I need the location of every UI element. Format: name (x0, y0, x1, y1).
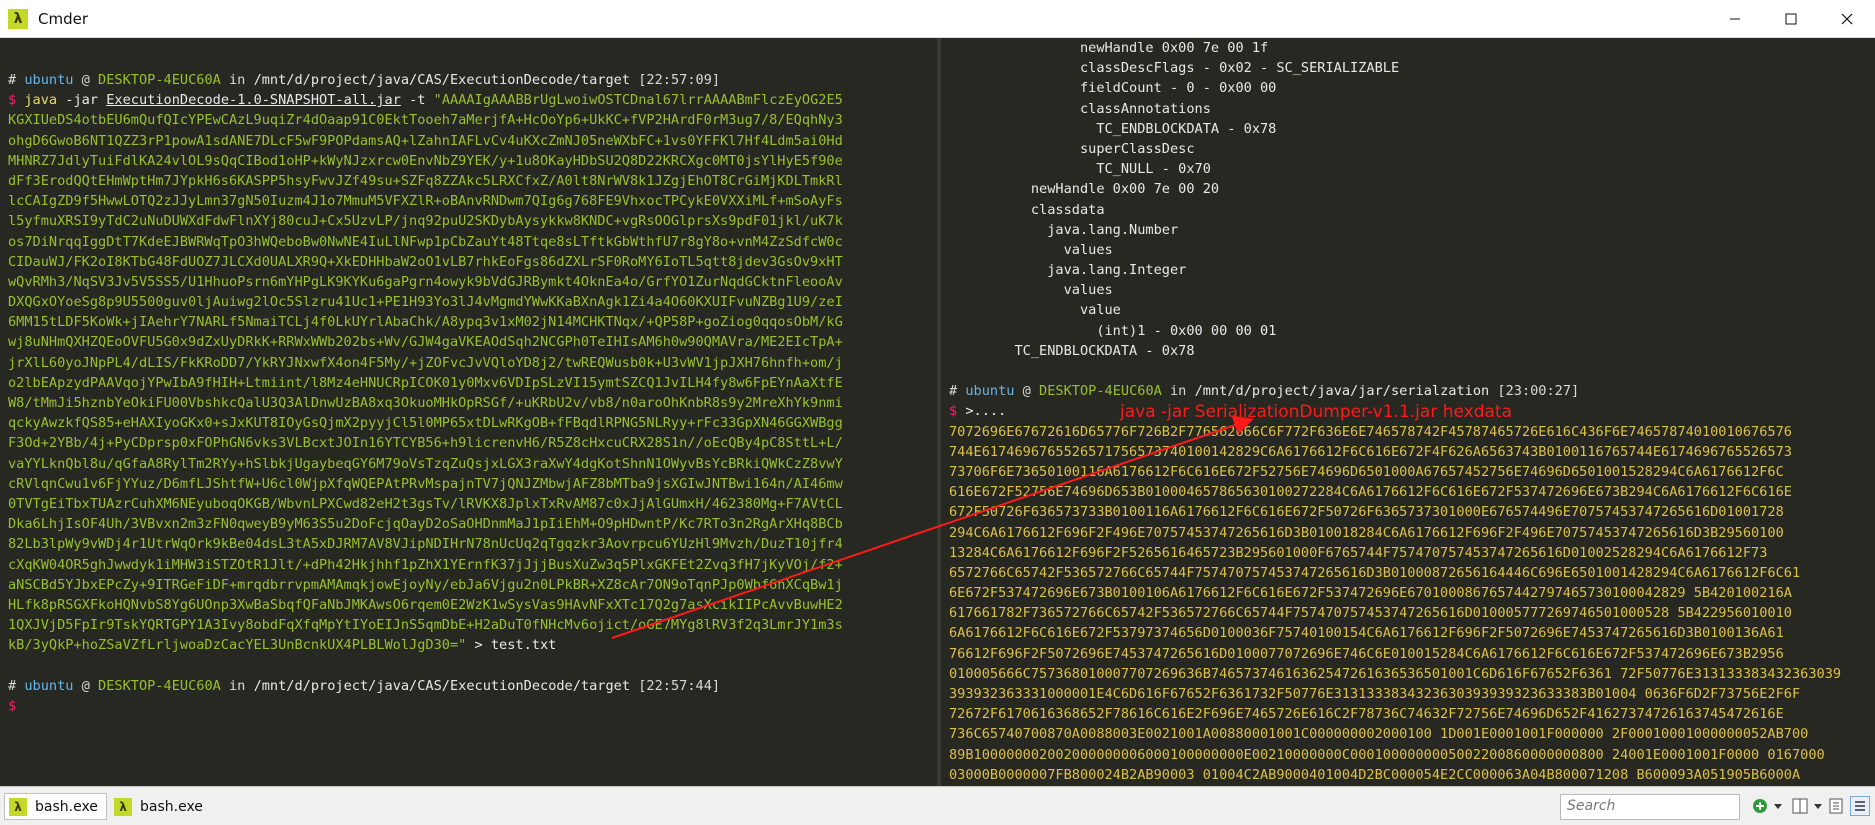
payload-line: KGXIUeDS4otbEU6mQufQIcYPEwCAzL9uqiZr4dOa… (8, 112, 843, 129)
payload-line: cRVlqnCwu1v6FjYYuz/D6mfLJShtfW+U6cl0WjpX… (8, 475, 843, 492)
hex-line: 7072696E67672616D65776F726B2F776562666C6… (949, 423, 1792, 440)
cmder-logo-icon: λ (8, 8, 28, 29)
hex-line: 672F50726F636573733B0100116A6176612F6C61… (949, 504, 1784, 521)
payload-line: 0TVTgEiTbxTUAzrCuhXM6NEyuboqOKGB/WbvnLPX… (8, 495, 843, 512)
payload-line: 6MM15tLDF5KoWk+jIAehrY7NARLf5NmaiTCLj4f0… (8, 314, 843, 331)
hex-line: 6572766C65742F536572766C65744F7574707574… (949, 564, 1801, 581)
command-line: $ java -jar ExecutionDecode-1.0-SNAPSHOT… (8, 92, 843, 109)
hex-line: 617661782F736572766C65742F536572766C6574… (949, 605, 1792, 622)
close-icon (1841, 13, 1853, 25)
dump-line: values (949, 282, 1113, 299)
dump-line: classdata (949, 201, 1105, 218)
title-bar: λ Cmder (0, 0, 1875, 38)
payload-line: wj8uNHmQXHZQEoOVFU5G0x9dZxUyDRkK+RRWxWWb… (8, 334, 843, 351)
hex-line: 89B100000002002000000006000100000000E002… (949, 746, 1825, 763)
settings-menu-icon[interactable] (1850, 796, 1870, 816)
hex-line: 744E6174696765526571756573740100142829C6… (949, 443, 1792, 460)
payload-line: ohgD6GwoB6NT1QZZ3rP1powA1sdANE7DLcF5wF9P… (8, 132, 843, 149)
left-terminal-pane[interactable]: # ubuntu @ DESKTOP-4EUC60A in /mnt/d/pro… (0, 38, 937, 786)
dump-line: TC_ENDBLOCKDATA - 0x78 (949, 342, 1195, 359)
dump-line: (int)1 - 0x00 00 00 01 (949, 322, 1277, 339)
hex-output: 7072696E67672616D65776F726B2F776562666C6… (949, 422, 1875, 785)
lambda-icon: λ (114, 797, 132, 816)
payload-line: HLfk8pRSGXFkoHQNvbS8Yg6UOnp3XwBaSbqfQFaN… (8, 596, 843, 613)
split-pane-icon[interactable] (1790, 796, 1810, 816)
payload-line: qckyAwzkfQS85+eHAXIyoGKx0+sJxKUT8IOyGsQj… (8, 415, 843, 432)
prompt-line: # ubuntu @ DESKTOP-4EUC60A in /mnt/d/pro… (949, 383, 1580, 400)
payload-line: CIDauWJ/FK2oI8KTbG48FdUOZ7JLCXd0UALXR9Q+… (8, 253, 843, 270)
hex-line: 6E672F537472696E673B0100106A6176612F6C61… (949, 585, 1792, 602)
hex-line: 76612F696F2F5072696E7453747265616D010007… (949, 645, 1784, 662)
dump-line: java.lang.Integer (949, 262, 1187, 279)
dump-line: classAnnotations (949, 100, 1211, 117)
payload-line: jrXlL60yoJNpPL4/dLIS/FkKRoDD7/YkRYJNxwfX… (8, 354, 843, 371)
hex-line: 13284C6A6176612F696F2F5265616465723B2956… (949, 544, 1768, 561)
payload-line: os7DiNrqqIggDtT7KdeEJBWRWqTpO3hWQeboBw0N… (8, 233, 843, 250)
payload-line: F3Od+2YBb/4j+PyCDprsp0xFOPhGN6vks3VLBcxt… (8, 435, 843, 452)
minimize-icon (1730, 18, 1740, 20)
payload-line: DXQGxOYoeSg8p9U5500guv0ljAuiwg2lOc5Slzru… (8, 294, 843, 311)
payload-line: o2lbEApzydPAAVqojYPwIbA9fHIH+Ltmiint/l8M… (8, 374, 843, 391)
payload-last-line: kB/3yQkP+hoZSaVZfLrljwoaDzCacYEL3UnBcnkU… (8, 637, 557, 654)
maximize-icon (1785, 13, 1797, 25)
maximize-button[interactable] (1763, 0, 1819, 38)
serialization-dump-output: newHandle 0x00 7e 00 1f classDescFlags -… (949, 38, 1875, 361)
payload-line: l5yfmuXRSI9yTdC2uNuDUWXdFdwFlnXYj80cuJ+C… (8, 213, 843, 230)
prompt-line: # ubuntu @ DESKTOP-4EUC60A in /mnt/d/pro… (8, 677, 721, 694)
hex-line: 72672F6170616368652F78616C616E2F696E7465… (949, 706, 1784, 723)
payload-line: lcCAIgZD9f5HwwLOTQ2zJJyLmn37gN50Iuzm4J1o… (8, 193, 843, 210)
payload-line: dFf3ErodQQtEHmWptHm7JYpkH6s6KASPP5hsyFwv… (8, 172, 843, 189)
new-console-icon[interactable] (1750, 796, 1770, 816)
payload-line: MHNRZ7JdlyTuiFdlKA24vlOL9sQqCIBod1oHP+kW… (8, 152, 843, 169)
hex-line: 73706F6E73650100116A6176612F6C616E672F52… (949, 463, 1784, 480)
dump-line: java.lang.Number (949, 221, 1179, 238)
hex-line: 736C65740700870A0088003E0021001A00880001… (949, 726, 1809, 743)
payload-line: aNSCBd5YJbxEPcZy+9ITRGeFiDF+mrqdbrrvpmAM… (8, 576, 843, 593)
dump-line: superClassDesc (949, 140, 1195, 157)
hex-line: 03000B0000007FB800024B2AB90003 01004C2AB… (949, 766, 1801, 783)
status-bar: λ bash.exe λ bash.exe Search (0, 786, 1875, 825)
console-tab[interactable]: λ bash.exe (4, 793, 107, 820)
minimize-button[interactable] (1707, 0, 1763, 38)
dump-line: newHandle 0x00 7e 00 1f (949, 40, 1269, 56)
hex-line: 294C6A6176612F696F2F496E7075745374726561… (949, 524, 1784, 541)
payload-line: wQvRMh3/NqSV3Jv5V5SS5/U1HhuoPsrn6mYHPgLK… (8, 273, 843, 290)
red-annotation-label: java -jar SerializationDumper-v1.1.jar h… (1120, 402, 1512, 422)
close-button[interactable] (1819, 0, 1875, 38)
payload-output: KGXIUeDS4otbEU6mQufQIcYPEwCAzL9uqiZr4dOa… (8, 110, 937, 635)
dump-line: fieldCount - 0 - 0x00 00 (949, 80, 1277, 97)
prompt-line: # ubuntu @ DESKTOP-4EUC60A in /mnt/d/pro… (8, 72, 721, 88)
dump-line: value (949, 302, 1121, 319)
window-controls (1707, 0, 1875, 38)
payload-line: 1QXJVjD5FpIr9TskYQRTGPY1A3Ivy8obdFqXfqMp… (8, 617, 843, 634)
chevron-down-icon[interactable] (1808, 796, 1828, 816)
console-tab[interactable]: λ bash.exe (110, 793, 211, 820)
payload-line: cXqKW04OR5ghJwwdyk1iMHW3iSTZOtR1Jlt/+dPh… (8, 556, 843, 573)
chevron-down-icon[interactable] (1768, 796, 1788, 816)
payload-line: vaYYLknQbl8u/qGfaA8RylTm2RYy+hSlbkjUgayb… (8, 455, 843, 472)
input-prompt[interactable]: $ (8, 696, 937, 716)
window-title: Cmder (38, 9, 89, 28)
hex-line: 6A6176612F6C616E672F53797374656D0100036F… (949, 625, 1784, 642)
search-input[interactable]: Search (1560, 794, 1740, 820)
lock-icon[interactable] (1826, 796, 1846, 816)
lambda-icon: λ (9, 797, 27, 816)
dump-line: values (949, 241, 1113, 258)
hex-line: 616E672F52756E74696D653B0100046578656301… (949, 484, 1792, 501)
dump-line: newHandle 0x00 7e 00 20 (949, 181, 1220, 198)
dump-line: classDescFlags - 0x02 - SC_SERIALIZABLE (949, 60, 1400, 77)
payload-line: 82Lb3lpWy9vWDj4r1UtrWqOrk9kBe04dsL3tA5xD… (8, 536, 843, 553)
dump-line: TC_NULL - 0x70 (949, 161, 1211, 178)
hex-line: 393932363331000001E4C6D616F67652F6361732… (949, 686, 1801, 702)
hex-line: 010005666C757368010007707269636B74657374… (949, 665, 1842, 682)
payload-line: Dka6LhjIsOF4Uh/3VBvxn2m3zFN0qweyB9yM63S5… (8, 516, 843, 533)
payload-line: W8/tMmJi5hznbYeOkiFU00VbshkcQalU3Q3AlDnw… (8, 395, 843, 411)
dump-line: TC_ENDBLOCKDATA - 0x78 (949, 120, 1277, 137)
